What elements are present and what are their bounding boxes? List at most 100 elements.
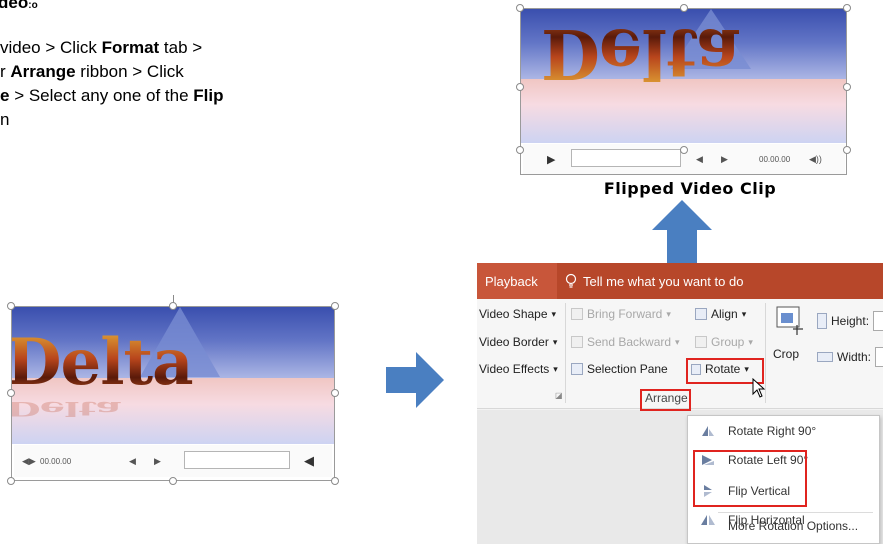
flipped-video-image: Delta (521, 9, 846, 143)
resize-handle[interactable] (843, 4, 851, 12)
resize-handle[interactable] (169, 302, 177, 310)
resize-handle[interactable] (680, 146, 688, 154)
tab-playback-label: Playback (485, 273, 538, 289)
play-icon[interactable]: ◀ (304, 453, 314, 469)
resize-handle[interactable] (331, 477, 339, 485)
bring-forward-label: Bring Forward (587, 307, 663, 321)
dropdown-caret-icon: ▾ (551, 308, 557, 319)
rotate-right-90-label: Rotate Right 90° (728, 424, 817, 438)
resize-handle[interactable] (169, 477, 177, 485)
resize-handle[interactable] (516, 4, 524, 12)
bring-forward-button[interactable]: Bring Forward ▾ (571, 307, 671, 321)
rotate-right-90-item[interactable]: Rotate Right 90° (688, 418, 881, 444)
width-input[interactable] (875, 347, 883, 367)
width-field[interactable]: Width: (817, 347, 883, 367)
video-border-button[interactable]: Video Border ▾ (479, 335, 557, 349)
rewind-icon[interactable]: ◀ (129, 456, 136, 467)
selection-pane-icon (571, 363, 583, 375)
video-shape-label: Video Shape (479, 307, 548, 321)
video-border-label: Video Border (479, 335, 549, 349)
instruction-line-1: video > Click Format tab > (0, 36, 340, 60)
video-shape-button[interactable]: Video Shape ▾ (479, 307, 556, 321)
resize-handle[interactable] (516, 83, 524, 91)
height-field[interactable]: Height: (817, 311, 883, 331)
group-button[interactable]: Group ▾ (695, 335, 753, 349)
instruction-title-suffix: :o (28, 0, 38, 11)
resize-handle[interactable] (843, 83, 851, 91)
rotate-right-icon (702, 426, 714, 436)
resize-handle[interactable] (7, 302, 15, 310)
tell-me-text: Tell me what you want to do (583, 273, 744, 289)
lightbulb-icon (565, 273, 577, 288)
play-icon[interactable]: ▶ (547, 153, 555, 166)
width-label: Width: (837, 350, 872, 364)
original-video-time: 00.00.00 (40, 456, 72, 466)
dropdown-caret-icon: ▾ (552, 336, 558, 347)
original-video-frame[interactable]: Delta Delta ◀▶ 00.00.00 ◀ ▶ ◀ (11, 306, 335, 481)
volume-icon[interactable]: ◀▶ (22, 456, 36, 467)
resize-handle[interactable] (331, 389, 339, 397)
arrow-up-icon (652, 200, 712, 263)
mouse-cursor-icon (752, 378, 766, 398)
dropdown-caret-icon: ▾ (748, 336, 753, 347)
crop-button[interactable]: Crop (773, 305, 807, 375)
tell-me-search[interactable]: Tell me what you want to do (565, 263, 743, 299)
dropdown-caret-icon: ▾ (741, 308, 747, 319)
instruction-line-2: r Arrange ribbon > Click (0, 60, 340, 84)
instr-format: Format (101, 38, 160, 57)
video-effects-label: Video Effects (479, 362, 550, 376)
video-effects-button[interactable]: Video Effects ▾ (479, 362, 558, 376)
forward-icon[interactable]: ▶ (154, 456, 161, 467)
send-backward-icon (571, 336, 583, 348)
instruction-line-4: n (0, 110, 10, 129)
original-video-controls: ◀▶ 00.00.00 ◀ ▶ ◀ (14, 445, 332, 477)
align-icon (695, 308, 707, 320)
instr-arrange: Arrange (10, 62, 76, 81)
instr-l2-c: ribbon > Click (75, 62, 184, 81)
instruction-title: deo:o (0, 0, 38, 13)
forward-icon[interactable]: ▶ (721, 154, 728, 165)
more-rotation-options-item[interactable]: More Rotation Options... (688, 513, 881, 539)
bring-forward-icon (571, 308, 583, 320)
arrange-highlight (640, 389, 691, 411)
original-video-reflection: Delta (12, 396, 121, 421)
resize-handle[interactable] (7, 477, 15, 485)
resize-handle[interactable] (843, 146, 851, 154)
align-label: Align (711, 307, 738, 321)
rewind-icon[interactable]: ◀ (696, 154, 703, 165)
selection-pane-button[interactable]: Selection Pane (571, 362, 668, 376)
resize-handle[interactable] (680, 4, 688, 12)
original-video-image: Delta Delta (12, 307, 334, 444)
height-label: Height: (831, 314, 870, 328)
group-icon (695, 336, 707, 348)
send-backward-button[interactable]: Send Backward ▾ (571, 335, 680, 349)
volume-icon[interactable]: ◀)) (809, 154, 822, 165)
dropdown-caret-icon: ▾ (553, 363, 558, 374)
flipped-video-time: 00.00.00 (759, 154, 791, 164)
selection-pane-label: Selection Pane (587, 362, 668, 376)
resize-handle[interactable] (7, 389, 15, 397)
flipped-video-title: Delta (541, 13, 740, 93)
group-label: Group (711, 335, 745, 349)
resize-handle[interactable] (331, 302, 339, 310)
dropdown-caret-icon: ▾ (666, 308, 671, 319)
dialog-launcher-icon[interactable]: ◪ (555, 391, 563, 400)
instr-l2-a: r (0, 62, 11, 81)
arrow-right-icon (386, 352, 444, 408)
crop-label: Crop (773, 347, 800, 361)
align-button[interactable]: Align ▾ (695, 307, 746, 321)
instr-flip: Flip (193, 86, 224, 105)
tab-playback[interactable]: Playback (477, 263, 557, 299)
dropdown-caret-icon: ▾ (675, 336, 680, 347)
flip-options-highlight (693, 450, 807, 507)
resize-handle[interactable] (516, 146, 524, 154)
original-video-seek-bar[interactable] (184, 451, 290, 469)
flipped-video-seek-bar[interactable] (571, 149, 681, 167)
instruction-line-3: e > Select any one of the Flip (0, 84, 340, 108)
flipped-video-caption: Flipped Video Clip (603, 179, 777, 198)
instr-l1-c: tab > (159, 38, 203, 57)
height-input[interactable] (873, 311, 883, 331)
instr-l3-b: > Select any one of the (9, 86, 194, 105)
crop-icon (776, 306, 803, 335)
original-video-title: Delta (12, 325, 194, 400)
